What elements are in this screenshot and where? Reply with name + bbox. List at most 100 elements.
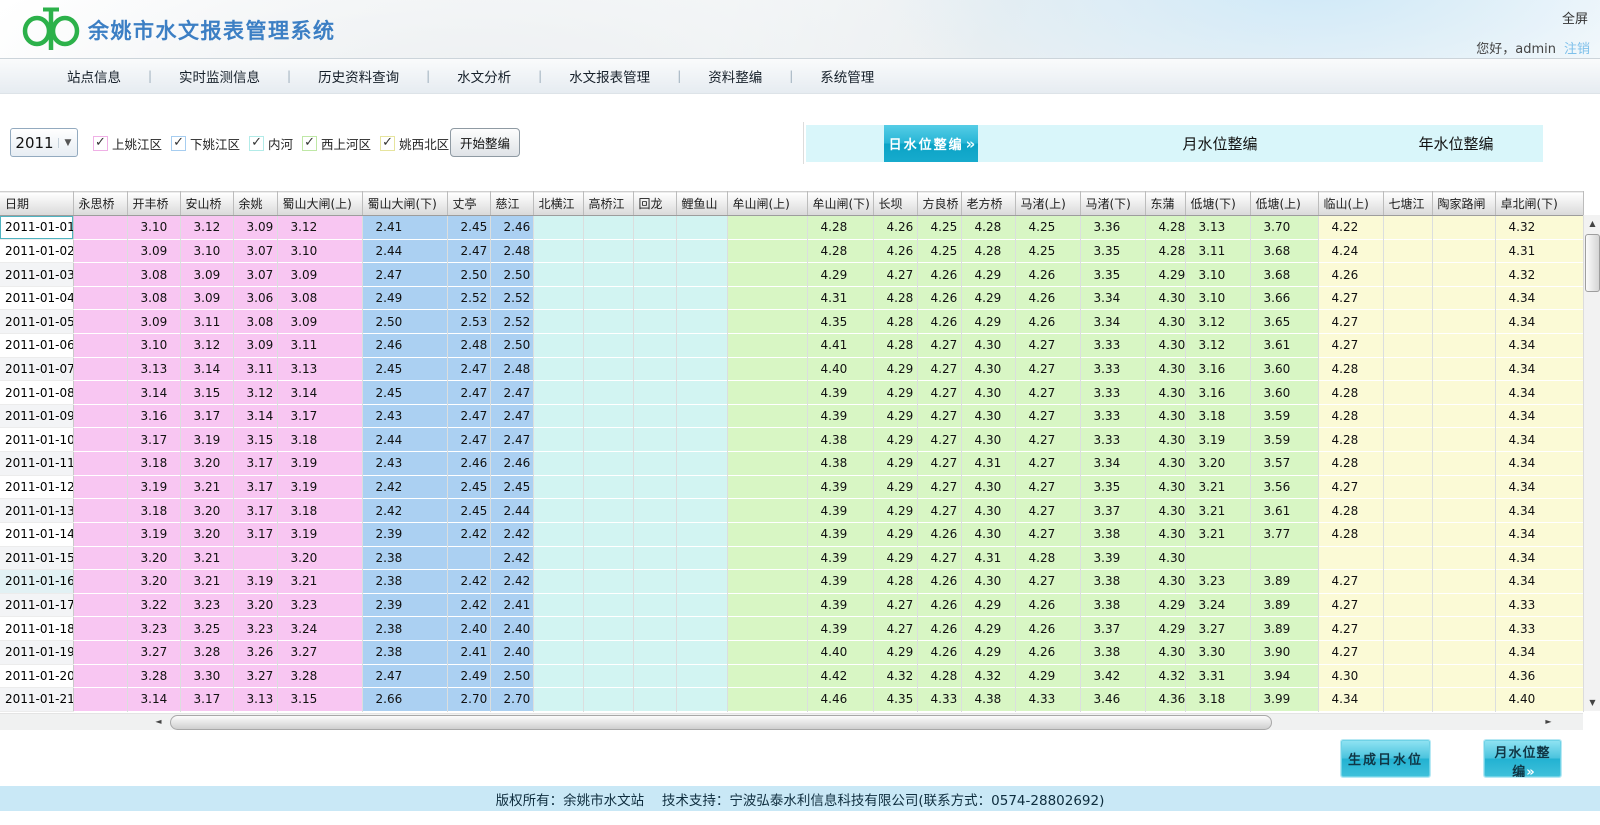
value-cell[interactable]: 4.29: [961, 640, 1015, 664]
value-cell[interactable]: 3.16: [1185, 381, 1250, 405]
value-cell[interactable]: 4.26: [917, 593, 961, 617]
value-cell[interactable]: 3.60: [1250, 357, 1318, 381]
value-cell[interactable]: [676, 664, 727, 688]
value-cell[interactable]: 4.25: [917, 239, 961, 263]
checkbox-icon[interactable]: ✓: [93, 136, 108, 151]
value-cell[interactable]: 4.30: [1145, 286, 1185, 310]
value-cell[interactable]: [727, 522, 807, 546]
value-cell[interactable]: 3.59: [1250, 404, 1318, 428]
value-cell[interactable]: 2.44: [362, 239, 447, 263]
value-cell[interactable]: [533, 286, 583, 310]
value-cell[interactable]: 4.36: [1495, 664, 1583, 688]
value-cell[interactable]: 4.29: [873, 428, 917, 452]
value-cell[interactable]: [1383, 546, 1432, 570]
value-cell[interactable]: 4.39: [807, 617, 873, 641]
value-cell[interactable]: 4.29: [961, 617, 1015, 641]
value-cell[interactable]: 2.50: [362, 310, 447, 334]
value-cell[interactable]: 3.35: [1080, 263, 1145, 287]
value-cell[interactable]: [633, 428, 676, 452]
value-cell[interactable]: 4.30: [1145, 381, 1185, 405]
value-cell[interactable]: [633, 640, 676, 664]
nav-item-7[interactable]: 系统管理: [793, 66, 901, 86]
value-cell[interactable]: 3.18: [127, 452, 180, 476]
value-cell[interactable]: 2.41: [447, 640, 490, 664]
value-cell[interactable]: 3.30: [180, 664, 233, 688]
value-cell[interactable]: [727, 546, 807, 570]
value-cell[interactable]: 4.39: [807, 499, 873, 523]
value-cell[interactable]: [1432, 593, 1495, 617]
value-cell[interactable]: 3.26: [233, 640, 277, 664]
vertical-scroll-thumb[interactable]: [1585, 234, 1600, 292]
value-cell[interactable]: [633, 522, 676, 546]
nav-item-6[interactable]: 资料整编: [681, 66, 789, 86]
value-cell[interactable]: [533, 546, 583, 570]
value-cell[interactable]: 4.30: [961, 570, 1015, 594]
value-cell[interactable]: 4.31: [807, 286, 873, 310]
nav-item-3[interactable]: 历史资料查询: [291, 66, 426, 86]
value-cell[interactable]: [583, 310, 633, 334]
value-cell[interactable]: 4.27: [917, 428, 961, 452]
date-cell[interactable]: 2011-01-07: [0, 357, 73, 381]
value-cell[interactable]: 2.42: [490, 546, 533, 570]
value-cell[interactable]: [1432, 428, 1495, 452]
value-cell[interactable]: [727, 216, 807, 240]
value-cell[interactable]: 4.29: [1015, 664, 1080, 688]
horizontal-scroll-thumb[interactable]: [170, 715, 1272, 730]
value-cell[interactable]: [633, 593, 676, 617]
value-cell[interactable]: 4.27: [917, 499, 961, 523]
scroll-right-icon[interactable]: ►: [1540, 714, 1557, 730]
value-cell[interactable]: 3.16: [127, 404, 180, 428]
value-cell[interactable]: [73, 664, 127, 688]
value-cell[interactable]: [583, 546, 633, 570]
value-cell[interactable]: 3.09: [180, 286, 233, 310]
fullscreen-button[interactable]: 全屏: [1562, 8, 1588, 27]
value-cell[interactable]: 4.26: [1015, 593, 1080, 617]
value-cell[interactable]: 4.28: [1318, 404, 1383, 428]
value-cell[interactable]: 4.36: [1145, 688, 1185, 712]
start-compile-button[interactable]: 开始整编: [450, 128, 520, 157]
value-cell[interactable]: 3.39: [1080, 546, 1145, 570]
value-cell[interactable]: [676, 216, 727, 240]
value-cell[interactable]: 4.39: [807, 546, 873, 570]
value-cell[interactable]: 4.39: [807, 570, 873, 594]
column-header[interactable]: 永思桥: [73, 192, 127, 216]
nav-item-4[interactable]: 水文分析: [430, 66, 538, 86]
value-cell[interactable]: [1432, 404, 1495, 428]
value-cell[interactable]: 3.20: [180, 522, 233, 546]
value-cell[interactable]: [73, 286, 127, 310]
value-cell[interactable]: 2.47: [447, 381, 490, 405]
checkbox-icon[interactable]: ✓: [302, 136, 317, 151]
value-cell[interactable]: 3.19: [180, 428, 233, 452]
value-cell[interactable]: [1432, 522, 1495, 546]
value-cell[interactable]: [727, 475, 807, 499]
value-cell[interactable]: [73, 428, 127, 452]
value-cell[interactable]: [633, 452, 676, 476]
value-cell[interactable]: 3.13: [233, 688, 277, 712]
value-cell[interactable]: [583, 593, 633, 617]
value-cell[interactable]: 2.43: [362, 452, 447, 476]
value-cell[interactable]: [727, 239, 807, 263]
value-cell[interactable]: 4.27: [917, 357, 961, 381]
value-cell[interactable]: 4.30: [961, 357, 1015, 381]
value-cell[interactable]: 3.17: [233, 475, 277, 499]
value-cell[interactable]: 2.47: [447, 357, 490, 381]
value-cell[interactable]: 4.27: [1318, 334, 1383, 358]
value-cell[interactable]: 3.28: [277, 664, 362, 688]
value-cell[interactable]: 3.19: [277, 452, 362, 476]
value-cell[interactable]: 3.61: [1250, 334, 1318, 358]
value-cell[interactable]: [1383, 688, 1432, 712]
value-cell[interactable]: 4.28: [1318, 357, 1383, 381]
value-cell[interactable]: 4.29: [873, 475, 917, 499]
value-cell[interactable]: [533, 452, 583, 476]
value-cell[interactable]: [1432, 546, 1495, 570]
value-cell[interactable]: [1383, 357, 1432, 381]
value-cell[interactable]: 3.09: [127, 310, 180, 334]
value-cell[interactable]: [73, 546, 127, 570]
value-cell[interactable]: [1432, 216, 1495, 240]
value-cell[interactable]: 2.42: [447, 593, 490, 617]
date-cell[interactable]: 2011-01-16: [0, 570, 73, 594]
value-cell[interactable]: [727, 428, 807, 452]
value-cell[interactable]: [1432, 499, 1495, 523]
value-cell[interactable]: 4.34: [1495, 570, 1583, 594]
value-cell[interactable]: 2.46: [447, 452, 490, 476]
